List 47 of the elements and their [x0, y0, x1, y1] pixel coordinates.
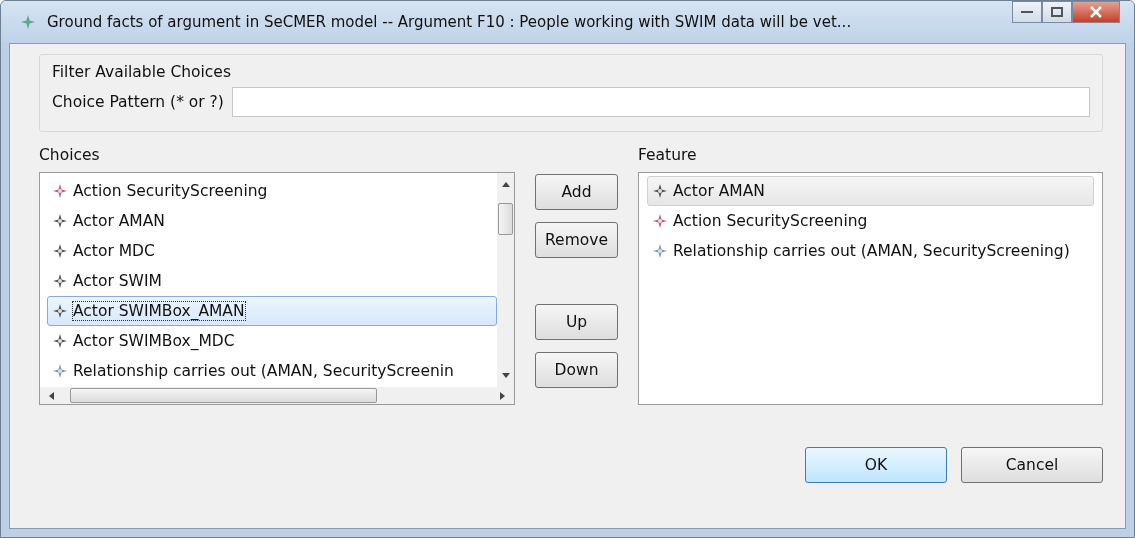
scroll-right-icon[interactable]: [500, 391, 506, 400]
diamond-star-icon: [653, 244, 667, 258]
scroll-thumb[interactable]: [70, 388, 377, 403]
diamond-star-icon: [53, 334, 67, 348]
diamond-star-icon: [53, 214, 67, 228]
diamond-star-icon: [653, 214, 667, 228]
list-item[interactable]: Actor SWIM: [47, 266, 497, 296]
diamond-star-icon: [653, 184, 667, 198]
list-item[interactable]: Actor SWIMBox_AMAN: [47, 296, 497, 326]
maximize-button[interactable]: [1042, 1, 1072, 23]
dialog-button[interactable]: OK: [805, 447, 947, 483]
list-action-button[interactable]: Remove: [535, 222, 618, 258]
diamond-star-icon: [53, 364, 67, 378]
list-item[interactable]: Action SecurityScreening: [47, 176, 497, 206]
minimize-icon: [1021, 10, 1033, 14]
list-item[interactable]: Relationship carries out (AMAN, SecurityScreenin: [47, 356, 497, 386]
scroll-up-icon[interactable]: [501, 181, 510, 187]
horizontal-scrollbar[interactable]: [40, 387, 514, 404]
list-item[interactable]: Action SecurityScreening: [647, 206, 1094, 236]
window-title: Ground facts of argument in SeCMER model -- Argument F10 : People working with SWIM data will be vet...: [47, 13, 853, 31]
dialog-button[interactable]: Cancel: [961, 447, 1103, 483]
diamond-star-icon: [21, 15, 35, 29]
scroll-down-icon[interactable]: [501, 373, 510, 379]
list-item[interactable]: Actor MDC: [47, 236, 497, 266]
list-label: Feature: [638, 146, 698, 164]
list-label: Choices: [39, 146, 101, 164]
list-item[interactable]: Actor SWIMBox_MDC: [47, 326, 497, 356]
diamond-star-icon: [53, 244, 67, 258]
group-title: Filter Available Choices: [52, 63, 231, 81]
vertical-scrollbar[interactable]: [497, 173, 514, 387]
diamond-star-icon: [53, 274, 67, 288]
list-action-button[interactable]: Up: [535, 304, 618, 340]
scroll-thumb[interactable]: [498, 203, 513, 235]
diamond-star-icon: [53, 184, 67, 198]
field-label: Choice Pattern (* or ?): [52, 93, 224, 111]
close-icon: [1090, 6, 1102, 18]
list-item[interactable]: Relationship carries out (AMAN, SecurityScreening): [647, 236, 1094, 266]
list-item[interactable]: Actor AMAN: [647, 176, 1094, 206]
list-action-button[interactable]: Down: [535, 352, 618, 388]
close-button[interactable]: [1072, 1, 1120, 23]
choice-pattern-field[interactable]: [231, 87, 1090, 117]
scroll-left-icon[interactable]: [48, 391, 54, 400]
list-item[interactable]: Actor AMAN: [47, 206, 497, 236]
minimize-button[interactable]: [1012, 1, 1042, 23]
maximize-icon: [1051, 7, 1063, 17]
list-action-button[interactable]: Add: [535, 174, 618, 210]
diamond-star-icon: [53, 304, 67, 318]
